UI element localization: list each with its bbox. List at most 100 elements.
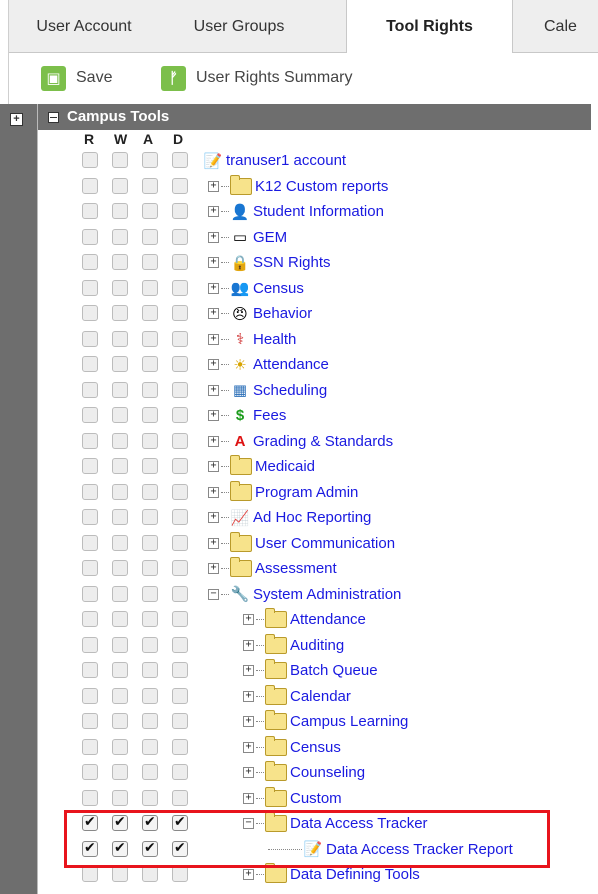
add-checkbox[interactable] [142,813,158,831]
add-checkbox[interactable] [142,177,158,194]
expand-icon[interactable]: + [208,308,219,320]
read-checkbox[interactable] [82,662,98,678]
write-checkbox[interactable] [112,813,128,831]
read-checkbox[interactable] [82,203,98,219]
delete-checkbox[interactable] [172,458,188,474]
tab-user-groups[interactable]: User Groups [159,0,319,52]
read-checkbox[interactable] [82,738,98,755]
tree-node[interactable]: − 🔧 System Administration [208,582,401,608]
read-checkbox[interactable] [82,356,98,372]
write-checkbox[interactable] [112,254,128,270]
write-checkbox[interactable] [112,866,128,882]
tree-node[interactable]: + Batch Queue [243,658,378,684]
tree-node[interactable]: + Custom [243,786,342,812]
expand-all-icon[interactable]: + [10,113,23,126]
delete-checkbox[interactable] [172,228,188,245]
write-checkbox[interactable] [112,560,128,576]
expand-icon[interactable]: + [208,333,219,345]
add-checkbox[interactable] [142,407,158,423]
add-checkbox[interactable] [142,662,158,678]
read-checkbox[interactable] [82,764,98,780]
expand-icon[interactable]: + [243,741,254,753]
write-checkbox[interactable] [112,483,128,500]
read-checkbox[interactable] [82,585,98,602]
delete-checkbox[interactable] [172,356,188,372]
read-checkbox[interactable] [82,509,98,525]
tree-node[interactable]: + ▦ Scheduling [208,378,327,404]
expand-icon[interactable]: + [208,257,219,269]
expand-icon[interactable]: + [208,206,219,218]
add-checkbox[interactable] [142,458,158,474]
write-checkbox[interactable] [112,662,128,678]
read-checkbox[interactable] [82,611,98,627]
delete-checkbox[interactable] [172,254,188,270]
read-checkbox[interactable] [82,866,98,882]
add-checkbox[interactable] [142,381,158,398]
delete-checkbox[interactable] [172,177,188,194]
tree-node[interactable]: + A Grading & Standards [208,429,393,455]
read-checkbox[interactable] [82,713,98,729]
tree-node[interactable]: + Data Defining Tools [243,862,420,888]
tree-node[interactable]: 📝 Data Access Tracker Report [268,837,513,863]
write-checkbox[interactable] [112,687,128,704]
tree-node[interactable]: − Data Access Tracker [243,811,428,837]
tree-node[interactable]: + 📈 Ad Hoc Reporting [208,505,371,531]
user-rights-summary-button[interactable]: ᚠ User Rights Summary [161,62,352,94]
write-checkbox[interactable] [112,228,128,245]
write-checkbox[interactable] [112,738,128,755]
read-checkbox[interactable] [82,305,98,321]
add-checkbox[interactable] [142,764,158,780]
write-checkbox[interactable] [112,305,128,321]
read-checkbox[interactable] [82,483,98,500]
delete-checkbox[interactable] [172,738,188,755]
read-checkbox[interactable] [82,534,98,551]
expand-icon[interactable]: + [243,690,254,702]
save-button[interactable]: ▣ Save [41,62,112,94]
write-checkbox[interactable] [112,407,128,423]
delete-checkbox[interactable] [172,764,188,780]
delete-checkbox[interactable] [172,636,188,653]
expand-icon[interactable]: + [208,563,219,575]
tree-node[interactable]: + 👥 Census [208,276,304,302]
write-checkbox[interactable] [112,432,128,449]
add-checkbox[interactable] [142,789,158,806]
delete-checkbox[interactable] [172,866,188,882]
write-checkbox[interactable] [112,381,128,398]
expand-icon[interactable]: + [208,231,219,243]
delete-checkbox[interactable] [172,381,188,398]
write-checkbox[interactable] [112,509,128,525]
read-checkbox[interactable] [82,279,98,296]
add-checkbox[interactable] [142,432,158,449]
add-checkbox[interactable] [142,305,158,321]
tree-node[interactable]: + Attendance [243,607,366,633]
expand-icon[interactable]: + [208,537,219,549]
delete-checkbox[interactable] [172,789,188,806]
expand-icon[interactable]: + [243,767,254,779]
write-checkbox[interactable] [112,458,128,474]
tree-node[interactable]: 📝 tranuser1 account [203,148,346,174]
tab-calendar[interactable]: Cale [544,0,598,52]
tree-node[interactable]: + Program Admin [208,480,358,506]
delete-checkbox[interactable] [172,585,188,602]
delete-checkbox[interactable] [172,713,188,729]
add-checkbox[interactable] [142,203,158,219]
expand-icon[interactable]: + [243,869,254,881]
write-checkbox[interactable] [112,330,128,347]
delete-checkbox[interactable] [172,203,188,219]
write-checkbox[interactable] [112,585,128,602]
add-checkbox[interactable] [142,738,158,755]
tree-node[interactable]: + Calendar [243,684,351,710]
collapse-icon[interactable] [48,112,59,123]
delete-checkbox[interactable] [172,279,188,296]
read-checkbox[interactable] [82,407,98,423]
tree-node[interactable]: + $ Fees [208,403,286,429]
write-checkbox[interactable] [112,789,128,806]
delete-checkbox[interactable] [172,483,188,500]
add-checkbox[interactable] [142,228,158,245]
tree-node[interactable]: + 🔒 SSN Rights [208,250,331,276]
delete-checkbox[interactable] [172,330,188,347]
add-checkbox[interactable] [142,839,158,857]
expand-icon[interactable]: + [243,614,254,626]
read-checkbox[interactable] [82,330,98,347]
expand-icon[interactable]: + [208,384,219,396]
